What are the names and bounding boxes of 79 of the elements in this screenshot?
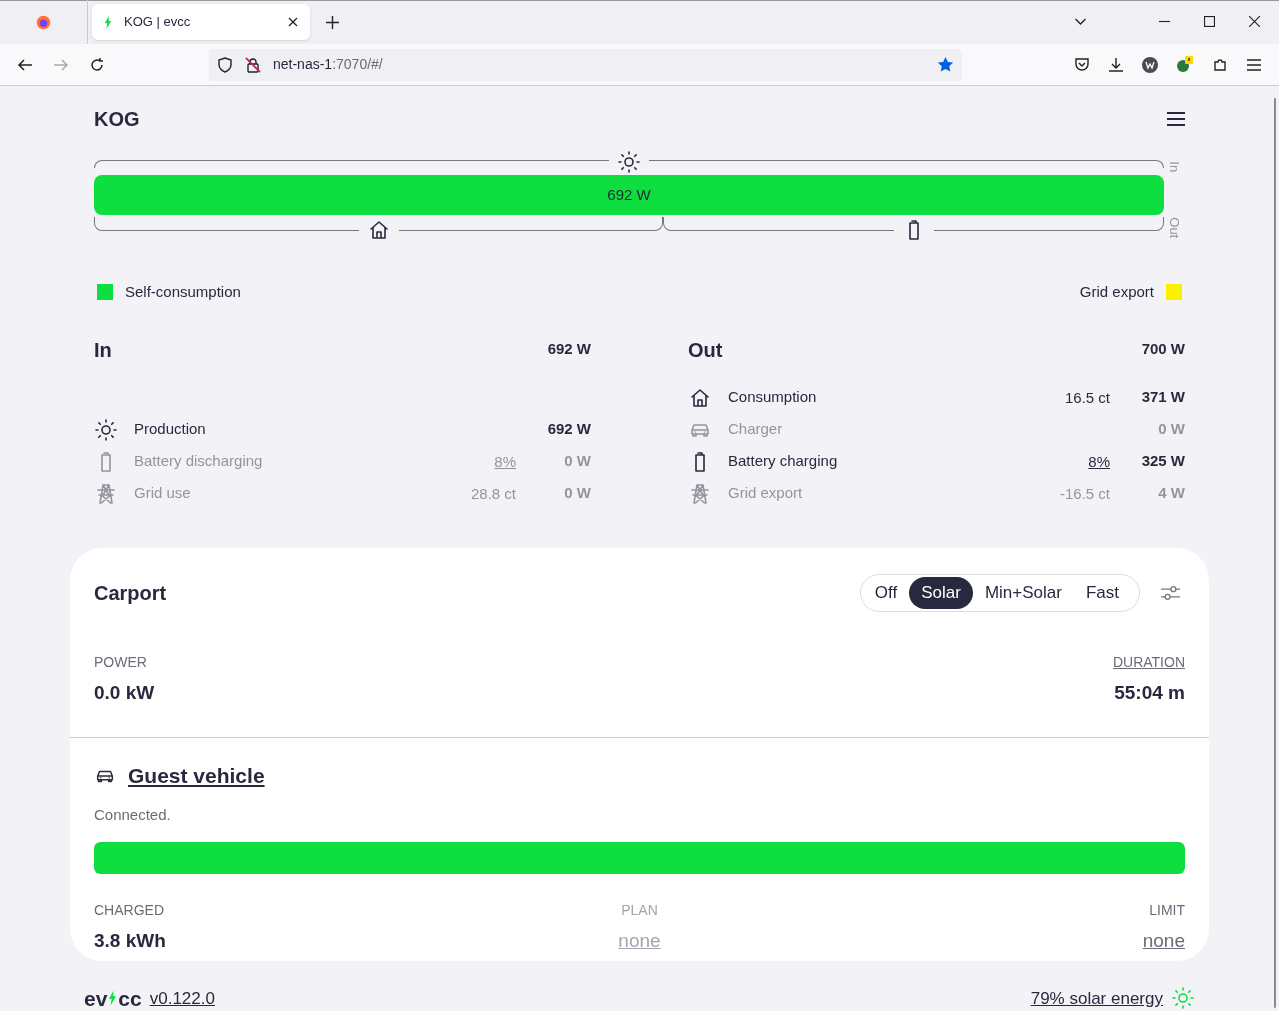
stat-value: 0.0 kW [94,680,155,705]
shield-icon [217,56,233,73]
new-tab-icon[interactable] [326,16,339,29]
flow-label: Grid export [728,483,804,504]
stat-label: PLAN [621,901,658,920]
browser-tab[interactable]: KOG | evcc [92,4,310,40]
power-value: 371 W [1140,387,1185,408]
bolt-icon [104,15,112,29]
browser-logo-icon[interactable] [35,13,52,31]
bolt-icon [108,990,118,1007]
puzzle-icon[interactable] [1212,56,1228,73]
total-value: 692 W [547,339,591,360]
reload-icon[interactable] [89,56,105,73]
mode-tab[interactable]: Min+Solar [972,576,1074,609]
download-icon[interactable] [1108,56,1124,73]
back-icon[interactable] [17,56,33,73]
menu-icon[interactable] [1246,56,1262,73]
section-title: In [94,337,112,363]
url-text: net-nas-1:7070/#/ [273,55,384,74]
stat-label: CHARGED [94,901,165,920]
insecure-lock-icon [245,56,261,73]
sun-icon [94,417,118,442]
power-value: 325 W [1140,451,1185,472]
vehicle-link[interactable]: Guest vehicle [128,760,265,792]
pylon-icon [94,481,118,506]
star-icon[interactable] [937,56,954,73]
stat-label: POWER [94,652,148,672]
pocket-icon[interactable] [1074,56,1090,73]
stat-label: LIMIT [1149,901,1185,920]
tab-list-icon[interactable] [1074,18,1087,26]
limit-link[interactable]: none [1142,927,1185,956]
price-text: -16.5 ct [1059,484,1110,502]
legend-label: Grid export [1079,282,1154,302]
price-text: 28.8 ct [470,484,516,502]
mode-tab[interactable]: Off [862,576,910,609]
flow-label: Production [134,419,207,440]
loadpoint-title: Carport [94,580,167,606]
section-title: Out [688,337,723,363]
maximize-icon[interactable] [1204,16,1215,27]
total-value: 700 W [1141,339,1185,360]
bar-value: 692 W [607,184,651,205]
site-title: KOG [94,107,140,132]
mode-tab[interactable]: Fast [1073,576,1131,609]
flow-label: Battery discharging [134,451,264,472]
extension-globe-icon[interactable] [1176,55,1194,74]
solar-energy-link[interactable]: 79% solar energy [1030,985,1163,1011]
logo-text: cc [118,985,142,1011]
legend-label: Self-consumption [125,282,241,302]
out-label: Out [1166,216,1184,238]
flow-label: Grid use [134,483,192,504]
menu-icon[interactable] [1167,112,1185,126]
tab-title: KOG | evcc [124,13,192,32]
power-value: 0 W [563,451,591,472]
soc-link[interactable]: 8% [1088,452,1110,470]
close-icon[interactable] [288,17,298,27]
sun-icon [1171,986,1195,1011]
power-value: 0 W [1157,419,1185,440]
price-text: 16.5 ct [1064,388,1110,406]
mode-tab[interactable]: Solar [909,576,973,609]
flow-label: Consumption [728,387,818,408]
power-value: 0 W [563,483,591,504]
power-value: 692 W [546,419,591,440]
logo-text: ev [84,985,108,1011]
close-icon[interactable] [1249,16,1260,27]
stat-value: 55:04 m [1114,680,1185,705]
settings-icon[interactable] [1160,584,1181,601]
vehicle-status: Connected. [94,804,172,825]
extension-circle-icon[interactable] [1142,56,1158,73]
power-value: 4 W [1157,483,1185,504]
in-label: In [1166,161,1184,173]
flow-label: Battery charging [728,451,839,472]
pylon-icon [688,481,712,506]
scrollbar[interactable] [1274,98,1276,1008]
version-link[interactable]: v0.122.0 [149,985,215,1011]
duration-link[interactable]: DURATION [1112,651,1185,673]
address-bar[interactable]: net-nas-1:7070/#/ [209,48,962,81]
sun-icon [617,150,641,174]
flow-label: Charger [728,419,784,440]
stat-value: 3.8 kWh [94,929,167,953]
